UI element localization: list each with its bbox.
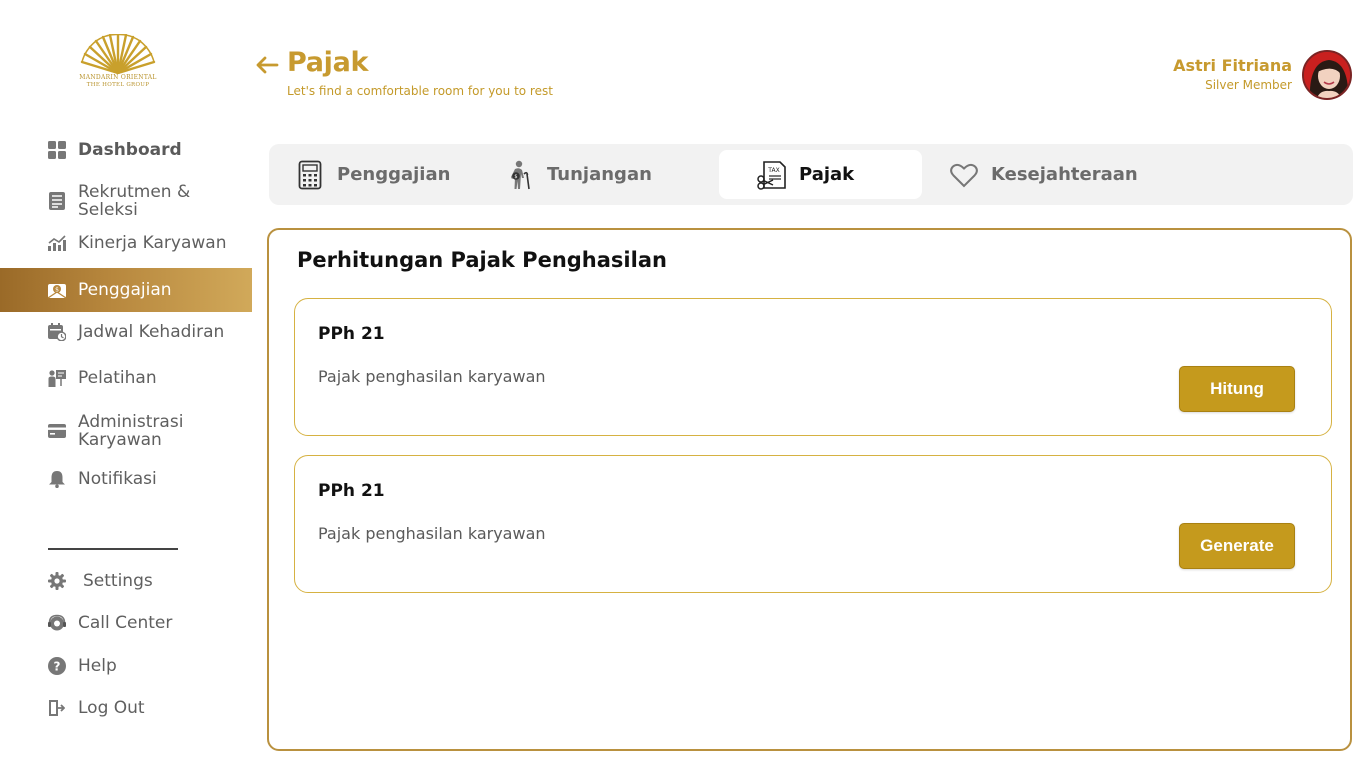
calculator-icon (295, 160, 325, 190)
tax-scissors-icon: TAX (757, 160, 787, 190)
logout-icon (48, 699, 66, 717)
sidebar-item-jadwal[interactable]: Jadwal Kehadiran (0, 322, 252, 342)
tab-label: Pajak (799, 164, 855, 185)
sidebar-item-rekrutmen[interactable]: Rekrutmen & Seleksi (0, 183, 252, 219)
sidebar-item-label: Call Center (78, 613, 173, 633)
sidebar-item-label: Settings (83, 571, 153, 591)
gear-icon (48, 572, 66, 590)
tax-calculation-panel: Perhitungan Pajak Penghasilan PPh 21 Paj… (267, 228, 1352, 751)
sidebar-item-label: Dashboard (78, 140, 182, 160)
sidebar-item-label: Penggajian (78, 280, 172, 300)
tab-tunjangan[interactable]: $ Tunjangan (505, 150, 705, 199)
svg-text:TAX: TAX (767, 167, 779, 174)
user-tier: Silver Member (1205, 78, 1292, 92)
card-icon (48, 422, 66, 440)
logo-wordmark: MANDARIN ORIENTAL (79, 74, 157, 81)
sidebar-item-label: Rekrutmen & Seleksi (78, 182, 191, 220)
tab-kesejahteraan[interactable]: Kesejahteraan (949, 150, 1189, 199)
sidebar-item-label: Administrasi Karyawan (78, 412, 184, 450)
tab-label: Penggajian (337, 164, 451, 185)
sidebar-item-administrasi[interactable]: Administrasi Karyawan (0, 412, 252, 450)
panel-title: Perhitungan Pajak Penghasilan (297, 248, 667, 272)
card-title: PPh 21 (318, 481, 385, 501)
tab-pajak[interactable]: TAX Pajak (719, 150, 922, 199)
fan-logo-icon (80, 34, 156, 74)
page-title: Pajak (287, 47, 369, 78)
sidebar-item-call-center[interactable]: Call Center (0, 613, 252, 633)
brand-logo[interactable]: MANDARIN ORIENTAL THE HOTEL GROUP (78, 34, 158, 89)
sidebar-item-penggajian[interactable]: $ Penggajian (0, 268, 252, 312)
dashboard-grid-icon (48, 141, 66, 159)
sidebar-item-dashboard[interactable]: Dashboard (0, 140, 252, 160)
help-circle-icon: ? (48, 657, 66, 675)
sidebar-item-help[interactable]: ? Help (0, 656, 252, 676)
sidebar-item-label: Jadwal Kehadiran (78, 322, 225, 342)
page-subtitle: Let's find a comfortable room for you to… (287, 84, 553, 98)
chart-trend-icon (48, 234, 66, 252)
tab-bar: Penggajian $ Tunjangan TAX Pajak Kesejah… (269, 144, 1353, 205)
avatar[interactable] (1302, 50, 1352, 100)
sidebar-item-label: Kinerja Karyawan (78, 233, 227, 253)
logo-tagline: THE HOTEL GROUP (86, 82, 150, 88)
hitung-button[interactable]: Hitung (1179, 366, 1295, 412)
card-description: Pajak penghasilan karyawan (318, 524, 546, 543)
arrow-left-icon (256, 56, 279, 74)
sidebar-item-label: Pelatihan (78, 368, 157, 388)
document-list-icon (48, 192, 66, 210)
sidebar-item-label: Notifikasi (78, 469, 157, 489)
back-button[interactable] (254, 52, 280, 78)
card-description: Pajak penghasilan karyawan (318, 367, 546, 386)
sidebar-item-notifikasi[interactable]: Notifikasi (0, 469, 252, 489)
tab-penggajian[interactable]: Penggajian (295, 150, 495, 199)
sidebar-divider (48, 548, 178, 550)
tax-card: PPh 21 Pajak penghasilan karyawan Hitung (294, 298, 1332, 436)
sidebar-item-label: Log Out (78, 698, 145, 718)
heart-icon (949, 160, 979, 190)
sidebar-item-label: Help (78, 656, 117, 676)
training-board-icon (48, 369, 66, 387)
sidebar-item-logout[interactable]: Log Out (0, 698, 252, 718)
payroll-envelope-icon: $ (48, 281, 66, 299)
avatar-photo (1304, 52, 1350, 98)
headset-icon (48, 614, 66, 632)
svg-text:?: ? (54, 660, 61, 674)
sidebar-item-kinerja[interactable]: Kinerja Karyawan (0, 233, 252, 253)
tab-label: Kesejahteraan (991, 164, 1138, 185)
sidebar: MANDARIN ORIENTAL THE HOTEL GROUP Dashbo… (0, 0, 252, 768)
sidebar-item-pelatihan[interactable]: Pelatihan (0, 368, 252, 388)
sidebar-item-settings[interactable]: Settings (0, 571, 252, 591)
calendar-clock-icon (48, 323, 66, 341)
user-name: Astri Fitriana (1173, 56, 1292, 75)
bell-icon (48, 470, 66, 488)
generate-button[interactable]: Generate (1179, 523, 1295, 569)
person-cane-icon: $ (505, 160, 535, 190)
svg-text:$: $ (514, 174, 517, 180)
tab-label: Tunjangan (547, 164, 652, 185)
tax-card: PPh 21 Pajak penghasilan karyawan Genera… (294, 455, 1332, 593)
card-title: PPh 21 (318, 324, 385, 344)
